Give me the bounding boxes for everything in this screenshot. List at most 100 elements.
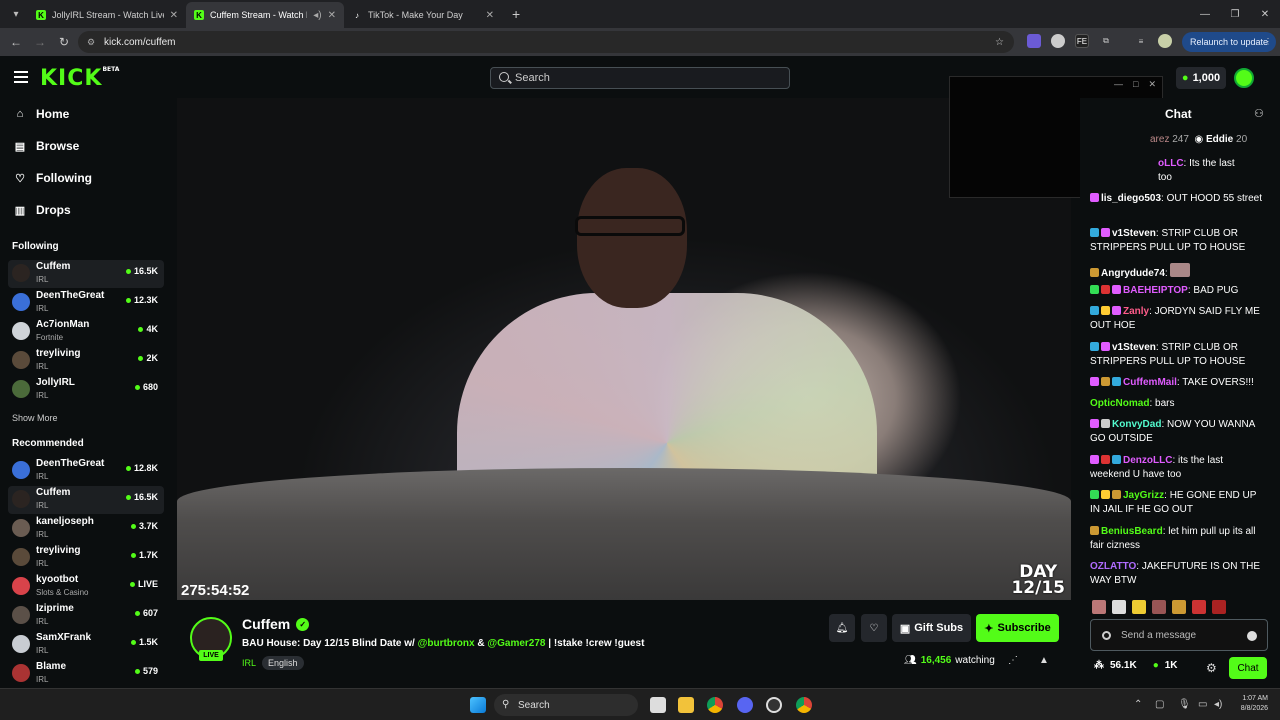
minimize-button[interactable]: — bbox=[1114, 79, 1123, 90]
chat-message-input[interactable]: Send a message bbox=[1090, 619, 1268, 651]
close-icon[interactable]: ✕ bbox=[328, 10, 336, 21]
chat-username[interactable]: JayGrizz bbox=[1123, 490, 1164, 501]
gift-subs-button[interactable]: ▣ Gift Subs bbox=[892, 614, 971, 642]
chrome-icon[interactable] bbox=[707, 697, 723, 713]
user-avatar[interactable] bbox=[1234, 68, 1254, 88]
close-button[interactable]: ✕ bbox=[1148, 79, 1156, 90]
emote-icon[interactable] bbox=[1132, 600, 1146, 614]
subscribe-button[interactable]: ✦ Subscribe bbox=[976, 614, 1059, 642]
share-icon[interactable]: ⋰ bbox=[1008, 655, 1018, 666]
chat-username[interactable]: Angrydude74 bbox=[1101, 268, 1165, 279]
nav-home[interactable]: ⌂ Home bbox=[14, 106, 70, 122]
extension-icon[interactable]: FE bbox=[1075, 34, 1089, 48]
hamburger-menu-icon[interactable] bbox=[14, 71, 28, 86]
profile-avatar[interactable] bbox=[1158, 34, 1172, 48]
chat-username[interactable]: CuffemMail bbox=[1123, 377, 1177, 388]
reload-button[interactable]: ↻ bbox=[52, 35, 76, 49]
chat-username[interactable]: BAEHEIPTOP bbox=[1123, 285, 1188, 296]
maximize-button[interactable]: ❐ bbox=[1220, 0, 1250, 28]
microphone-icon[interactable]: 🎙︎ bbox=[1178, 699, 1191, 710]
sidebar-channel-cuffem-rec[interactable]: Cuffem IRL 16.5K bbox=[8, 486, 164, 514]
start-menu-icon[interactable] bbox=[470, 697, 486, 713]
tab-search-button[interactable]: ▾ bbox=[4, 3, 28, 25]
site-info-icon[interactable]: ⚙ bbox=[87, 37, 95, 48]
tab-cuffem[interactable]: K Cuffem Stream - Watch Live ◂) ✕ bbox=[186, 2, 344, 28]
tray-expand-icon[interactable]: ⌃ bbox=[1134, 699, 1142, 710]
nav-browse[interactable]: ▤ Browse bbox=[14, 138, 80, 154]
sidebar-channel-jollyirl[interactable]: JollyIRL IRL 680 bbox=[8, 376, 164, 404]
sidebar-channel-kyootbot[interactable]: kyootbot Slots & Casino LIVE bbox=[8, 573, 164, 601]
tab-tiktok[interactable]: ♪ TikTok - Make Your Day ✕ bbox=[344, 2, 502, 28]
emote-icon[interactable] bbox=[1092, 600, 1106, 614]
window-close-button[interactable]: ✕ bbox=[1250, 0, 1280, 28]
nav-drops[interactable]: ▥ Drops bbox=[14, 202, 71, 218]
gear-icon[interactable]: ⚙ bbox=[1206, 661, 1217, 675]
kebab-menu-icon[interactable]: ⋮ bbox=[1261, 34, 1275, 48]
volume-icon[interactable]: ◂) bbox=[1214, 699, 1222, 710]
chat-username[interactable]: OpticNomad bbox=[1090, 398, 1149, 409]
puzzle-icon[interactable]: ⧉ bbox=[1099, 34, 1113, 48]
mention-link[interactable]: @burtbronx bbox=[418, 638, 475, 649]
clock[interactable]: 1:07 AM 8/8/2026 bbox=[1241, 694, 1268, 714]
chat-settings-icon[interactable] bbox=[1102, 631, 1111, 640]
new-tab-button[interactable]: + bbox=[512, 6, 520, 22]
sidebar-channel-iziprime[interactable]: Iziprime IRL 607 bbox=[8, 602, 164, 630]
sidebar-channel-cuffem[interactable]: Cuffem IRL 16.5K bbox=[8, 260, 164, 288]
emote-icon[interactable] bbox=[1172, 600, 1186, 614]
emote-icon[interactable] bbox=[1112, 600, 1126, 614]
notification-bell-button[interactable]: 🔔︎ bbox=[829, 614, 855, 642]
bookmark-star-icon[interactable]: ☆ bbox=[995, 37, 1004, 48]
report-icon[interactable]: ▲ bbox=[1039, 655, 1049, 666]
chat-username[interactable]: OZLATTO bbox=[1090, 561, 1136, 572]
sidebar-channel-deenthegreat[interactable]: DeenTheGreat IRL 12.3K bbox=[8, 289, 164, 317]
media-queue-icon[interactable]: ≡ bbox=[1134, 34, 1148, 48]
chat-username[interactable]: v1Steven bbox=[1112, 228, 1156, 239]
chat-username[interactable]: Zanly bbox=[1123, 306, 1149, 317]
close-icon[interactable]: ✕ bbox=[486, 10, 494, 21]
chrome-active-icon[interactable] bbox=[796, 697, 812, 713]
obs-icon[interactable] bbox=[766, 697, 782, 713]
chat-username[interactable]: BeniusBeard bbox=[1101, 526, 1163, 537]
emoji-icon[interactable] bbox=[1247, 631, 1257, 641]
chat-username[interactable]: DenzoLLC bbox=[1123, 455, 1172, 466]
extension-icon[interactable] bbox=[1027, 34, 1041, 48]
sidebar-channel-blame[interactable]: Blame IRL 579 bbox=[8, 660, 164, 688]
kick-logo[interactable]: KICKBETA bbox=[40, 66, 119, 91]
tab-jollyirl[interactable]: K JollyIRL Stream - Watch Live on ✕ bbox=[28, 2, 186, 28]
nav-following[interactable]: ♡ Following bbox=[14, 170, 92, 186]
forward-button[interactable]: → bbox=[28, 35, 52, 49]
task-view-icon[interactable] bbox=[650, 697, 666, 713]
search-input[interactable]: Search bbox=[490, 67, 790, 89]
network-icon[interactable]: ▭ bbox=[1198, 699, 1207, 710]
back-button[interactable]: ← bbox=[4, 35, 28, 49]
emote-icon[interactable] bbox=[1192, 600, 1206, 614]
kicks-balance-button[interactable]: ● 1,000 bbox=[1176, 67, 1226, 89]
mention-link[interactable]: @Gamer278 bbox=[487, 638, 545, 649]
language-tag[interactable]: English bbox=[262, 656, 304, 670]
video-player[interactable]: 275:54:52 DAY 12/15 bbox=[177, 98, 1071, 600]
close-icon[interactable]: ✕ bbox=[170, 10, 178, 21]
sidebar-channel-deenthegreat-rec[interactable]: DeenTheGreat IRL 12.8K bbox=[8, 457, 164, 485]
chat-username[interactable]: lis_diego503 bbox=[1101, 193, 1161, 204]
tray-app-icon[interactable]: ▢ bbox=[1155, 699, 1164, 710]
extension-icon[interactable] bbox=[1051, 34, 1065, 48]
discord-icon[interactable] bbox=[737, 697, 753, 713]
follow-button[interactable]: ♡ bbox=[861, 614, 887, 642]
maximize-button[interactable]: □ bbox=[1133, 79, 1138, 90]
chat-username[interactable]: KonvyDad bbox=[1112, 419, 1161, 430]
sidebar-channel-samxfrank[interactable]: SamXFrank IRL 1.5K bbox=[8, 631, 164, 659]
minimize-button[interactable]: — bbox=[1190, 0, 1220, 28]
chat-send-button[interactable]: Chat bbox=[1229, 657, 1267, 679]
show-more-link[interactable]: Show More bbox=[12, 413, 58, 423]
file-explorer-icon[interactable] bbox=[678, 697, 694, 713]
sidebar-channel-ac7ionman[interactable]: Ac7ionMan Fortnite 4K bbox=[8, 318, 164, 346]
category-link[interactable]: IRL bbox=[242, 658, 256, 668]
chat-users-icon[interactable]: ⚇ bbox=[1254, 107, 1264, 120]
chat-username[interactable]: v1Steven bbox=[1112, 342, 1156, 353]
sidebar-channel-treyliving-rec[interactable]: treyliving IRL 1.7K bbox=[8, 544, 164, 572]
emote-icon[interactable] bbox=[1212, 600, 1226, 614]
streamer-name[interactable]: Cuffem bbox=[242, 616, 290, 632]
chat-username[interactable]: oLLC bbox=[1158, 158, 1184, 169]
sidebar-channel-treyliving[interactable]: treyliving IRL 2K bbox=[8, 347, 164, 375]
speaker-icon[interactable]: ◂) bbox=[313, 10, 321, 21]
